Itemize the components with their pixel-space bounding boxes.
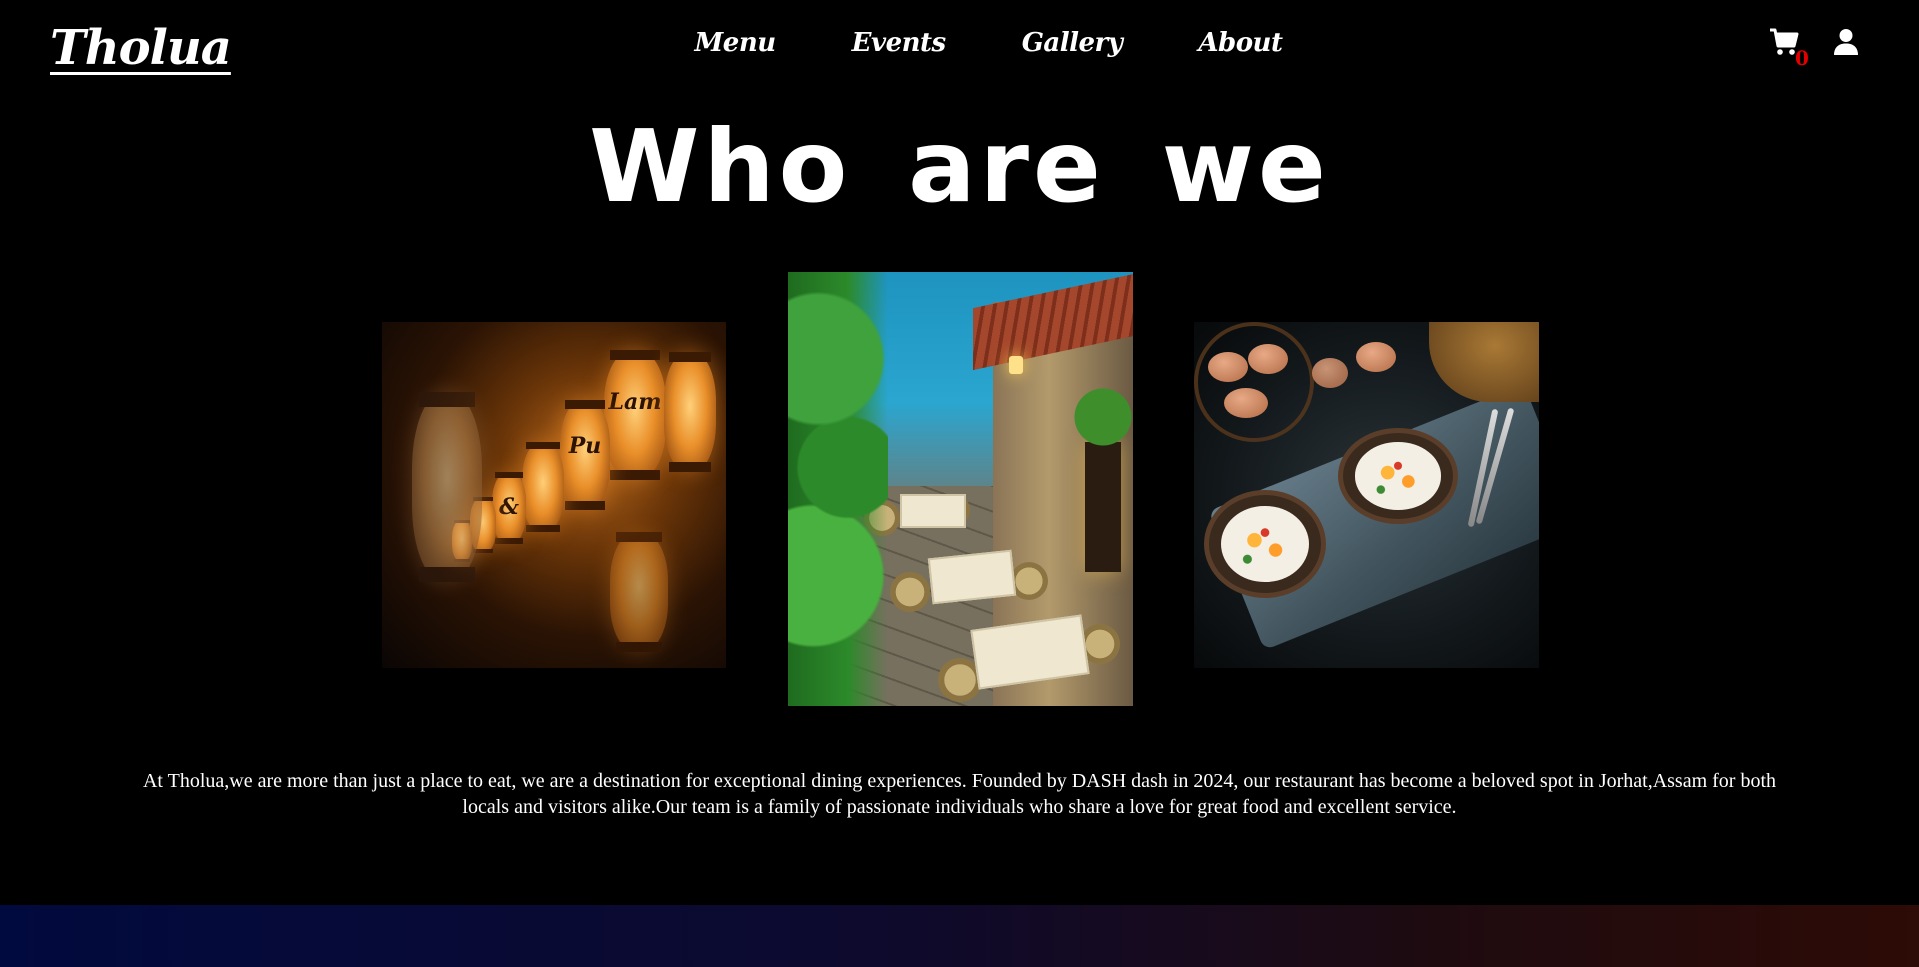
main-nav: Menu Events Gallery About (0, 28, 1919, 58)
cart-button[interactable]: 0 (1769, 28, 1809, 70)
footer-gradient-band (0, 905, 1919, 967)
nav-gallery[interactable]: Gallery (1022, 28, 1123, 58)
header-actions: 0 (1769, 28, 1861, 70)
lantern-glyph: Pu (568, 433, 602, 459)
user-account-button[interactable] (1833, 28, 1861, 58)
about-description: At Tholua,we are more than just a place … (142, 770, 1777, 818)
breakfast-photo (1194, 322, 1539, 668)
nav-about[interactable]: About (1198, 28, 1283, 58)
nav-menu[interactable]: Menu (695, 28, 777, 58)
lantern-glyph: & (499, 493, 519, 520)
lanterns-photo: Lam Pu & (382, 322, 726, 668)
lantern-glyph: Lam (608, 389, 662, 415)
nav-events[interactable]: Events (852, 28, 947, 58)
page-title: Who are we (589, 108, 1330, 225)
user-icon (1833, 29, 1859, 60)
cart-count-badge: 0 (1795, 46, 1809, 70)
patio-photo (788, 272, 1133, 706)
